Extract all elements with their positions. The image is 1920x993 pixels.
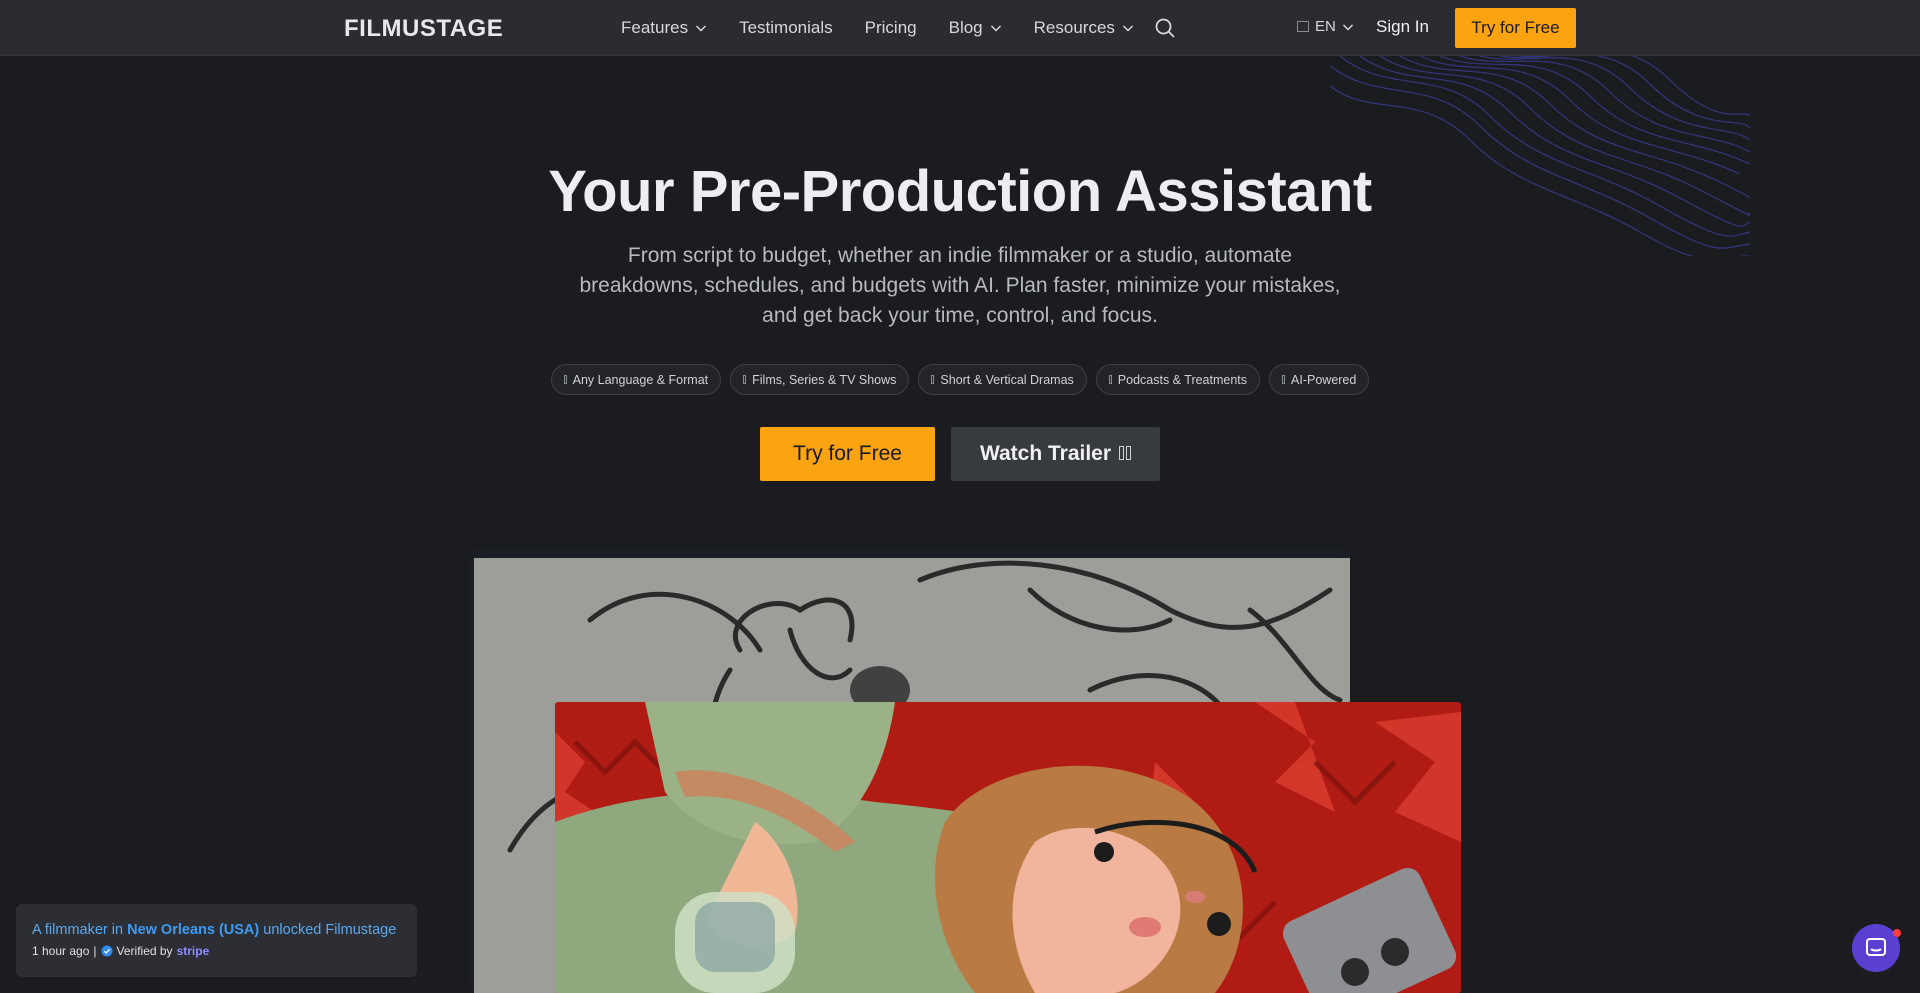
watch-trailer-label: Watch Trailer [979, 442, 1112, 465]
chip-label: Films, Series & TV Shows [752, 372, 897, 387]
notification-dot [1893, 929, 1901, 937]
nav-item-resources[interactable]: Resources [1034, 18, 1134, 38]
chip-label: Short & Vertical Dramas [940, 372, 1074, 387]
chip-icon [1282, 375, 1286, 384]
nav-try-free-button[interactable]: Try for Free [1455, 8, 1576, 48]
toast-message: A filmmaker in New Orleans (USA) unlocke… [32, 922, 401, 938]
search-icon[interactable] [1154, 17, 1176, 39]
feature-chips: Any Language & Format Films, Series & TV… [0, 364, 1920, 395]
chip-icon [1108, 375, 1112, 384]
chevron-down-icon [696, 25, 707, 32]
chip-icon [563, 375, 567, 384]
chat-icon [1866, 938, 1886, 956]
nav-item-testimonials[interactable]: Testimonials [739, 18, 833, 38]
filmustage-logo[interactable]: FILMUSTAGE [344, 15, 503, 43]
hero-title: Your Pre-Production Assistant [548, 159, 1372, 224]
verified-check-icon [101, 945, 113, 957]
nav-item-label: Resources [1033, 18, 1115, 37]
nav-item-label: Pricing [864, 18, 917, 37]
chevron-down-icon [1342, 23, 1353, 31]
watch-trailer-button[interactable]: Watch Trailer [951, 427, 1160, 481]
toast-location: New Orleans (USA) [127, 922, 260, 938]
nav-item-label: Testimonials [739, 18, 833, 37]
nav-item-pricing[interactable]: Pricing [865, 18, 917, 38]
verified-label: Verified by [116, 944, 173, 958]
feature-chip: Films, Series & TV Shows [730, 364, 910, 395]
chevron-down-icon [990, 25, 1001, 32]
hero-cta-row: Try for Free Watch Trailer [760, 427, 1160, 481]
try-free-button[interactable]: Try for Free [760, 427, 935, 481]
chip-label: AI-Powered [1291, 372, 1357, 387]
divider: | [93, 944, 97, 958]
nav-item-blog[interactable]: Blog [949, 18, 1002, 38]
social-proof-toast[interactable]: A filmmaker in New Orleans (USA) unlocke… [16, 904, 417, 977]
toast-meta: 1 hour ago | Verified by stripe [32, 944, 401, 958]
hero-subtitle: From script to budget, whether an indie … [579, 244, 1341, 327]
language-selector[interactable]: EN [1297, 18, 1354, 35]
language-label: EN [1315, 18, 1336, 35]
listening-person-illustration [555, 702, 1461, 993]
play-icon [1117, 442, 1132, 466]
chevron-down-icon [1122, 25, 1133, 32]
feature-chip: Any Language & Format [550, 364, 722, 395]
nav-item-label: Features [621, 18, 689, 37]
flag-icon [1297, 21, 1309, 32]
toast-suffix: unlocked Filmustage [259, 922, 397, 938]
chip-icon [931, 375, 935, 384]
stripe-logo: stripe [176, 944, 210, 958]
nav-item-label: Blog [948, 18, 983, 37]
feature-chip: Podcasts & Treatments [1095, 364, 1261, 395]
nav-links: Features Testimonials Pricing Blog Resou… [621, 0, 1166, 56]
toast-prefix: A filmmaker in [32, 922, 128, 938]
feature-chip: Short & Vertical Dramas [918, 364, 1087, 395]
feature-chip: AI-Powered [1269, 364, 1370, 395]
top-navigation: FILMUSTAGE Features Testimonials Pricing… [0, 0, 1920, 56]
nav-item-features[interactable]: Features [621, 18, 707, 38]
decorative-waves [1330, 56, 1750, 256]
sign-in-link[interactable]: Sign In [1376, 17, 1429, 37]
chip-label: Any Language & Format [572, 372, 709, 387]
hero-illustration [555, 702, 1461, 993]
chip-icon [743, 375, 747, 384]
chip-label: Podcasts & Treatments [1117, 372, 1248, 387]
toast-time: 1 hour ago [32, 944, 90, 958]
